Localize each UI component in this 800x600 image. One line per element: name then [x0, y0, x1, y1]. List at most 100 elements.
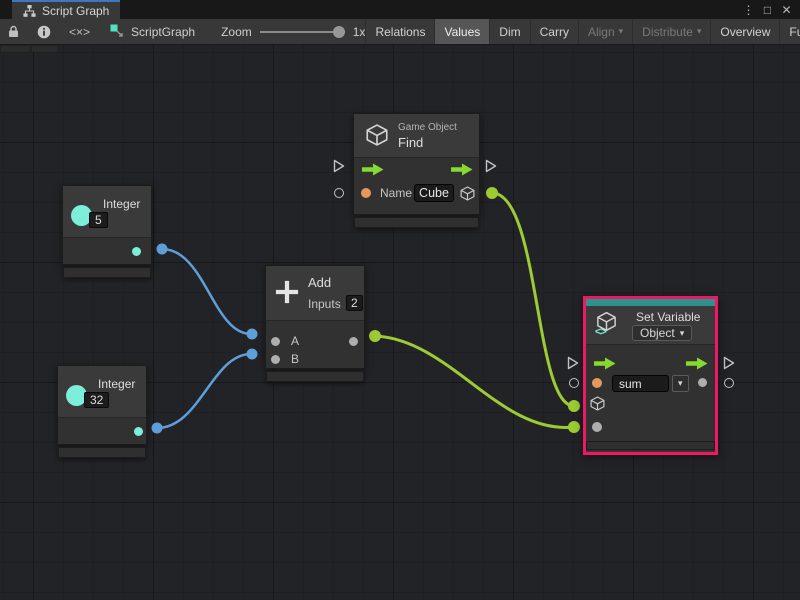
node-category: Game Object	[398, 122, 457, 133]
add-icon	[273, 278, 301, 306]
value-in-marker[interactable]	[569, 378, 579, 388]
wire-endpoint	[157, 244, 168, 255]
lock-icon	[8, 25, 19, 38]
dim-button[interactable]: Dim	[489, 19, 529, 44]
close-icon[interactable]: ✕	[779, 3, 794, 17]
window-menu-icon[interactable]: ⋮	[741, 3, 756, 17]
relations-button[interactable]: Relations	[365, 19, 434, 44]
input-port-a[interactable]	[271, 337, 280, 346]
gameobject-cube-icon	[364, 122, 390, 148]
node-title: Integer	[103, 197, 140, 211]
flow-out-arrow-icon[interactable]	[686, 357, 708, 370]
node-footer	[586, 441, 715, 450]
node-title: Set Variable	[636, 310, 700, 324]
chevron-down-icon: ▾	[697, 27, 702, 36]
flow-in-arrow-icon[interactable]	[362, 163, 384, 176]
chevron-down-icon: ▾	[678, 379, 683, 388]
graph-breadcrumb[interactable]: ScriptGraph	[98, 24, 207, 39]
node-set-variable[interactable]: <> Set Variable Object ▾ sum ▾	[583, 296, 718, 455]
flow-out-arrow-icon[interactable]	[451, 163, 473, 176]
values-button[interactable]: Values	[434, 19, 489, 44]
script-graph-window: Script Graph ⋮ □ ✕ <×>	[0, 0, 800, 600]
fullscreen-button[interactable]: Full Screen	[779, 19, 800, 44]
port-a-label: A	[291, 334, 299, 348]
output-port[interactable]	[134, 427, 143, 436]
output-value-port[interactable]	[698, 378, 707, 387]
zoom-slider[interactable]	[260, 26, 345, 38]
wire-integer5-to-add-a[interactable]	[162, 249, 251, 334]
wire-find-to-setvariable[interactable]	[492, 193, 574, 406]
wire-endpoint	[247, 349, 258, 360]
wire-integer32-to-add-b[interactable]	[157, 354, 251, 428]
node-footer	[58, 447, 146, 458]
value-in-marker[interactable]	[334, 188, 344, 198]
zoom-control: Zoom 1x	[221, 25, 365, 39]
code-view-button[interactable]: <×>	[61, 19, 98, 44]
toolbar-commands: Relations Values Dim Carry Align ▾ Distr…	[365, 19, 800, 44]
node-gameobject-find[interactable]: Game Object Find Name Cube	[353, 113, 480, 215]
node-footer	[354, 217, 479, 228]
maximize-icon[interactable]: □	[760, 3, 775, 17]
flow-in-arrow-icon[interactable]	[594, 357, 616, 370]
distribute-button[interactable]: Distribute ▾	[632, 19, 710, 44]
node-title: Add	[308, 275, 331, 290]
name-input-port[interactable]	[361, 188, 371, 198]
node-footer	[63, 267, 151, 278]
wire-endpoint	[247, 329, 258, 340]
graph-hierarchy-icon	[23, 5, 36, 17]
name-input-field[interactable]: Cube	[414, 184, 454, 202]
variable-name-dropdown[interactable]: ▾	[672, 375, 689, 392]
wire-endpoint	[568, 400, 580, 412]
chevron-down-icon: ▾	[680, 329, 685, 338]
flow-out-marker[interactable]	[485, 159, 497, 173]
zoom-value: 1x	[353, 25, 366, 39]
script-graph-icon	[110, 24, 125, 39]
window-controls: ⋮ □ ✕	[741, 0, 800, 19]
integer-value-field[interactable]: 32	[84, 392, 109, 408]
node-integer-5[interactable]: Integer 5	[62, 185, 152, 265]
node-add[interactable]: Add Inputs 2 A B	[265, 265, 365, 369]
wire-endpoint	[486, 187, 498, 199]
input-port-b[interactable]	[271, 355, 280, 364]
inputs-count-field[interactable]: 2	[346, 295, 363, 311]
align-button[interactable]: Align ▾	[578, 19, 632, 44]
input-value-port[interactable]	[592, 422, 602, 432]
node-title: Integer	[98, 377, 135, 391]
chevron-down-icon: ▾	[619, 27, 624, 36]
title-bar: Script Graph ⋮ □ ✕	[0, 0, 800, 19]
output-port-sum[interactable]	[349, 337, 358, 346]
flow-out-marker[interactable]	[723, 356, 735, 370]
graph-canvas[interactable]: Integer 5 Integer 32	[0, 45, 800, 600]
variable-kind-dropdown[interactable]: Object ▾	[632, 325, 692, 341]
zoom-label: Zoom	[221, 25, 252, 39]
tab-script-graph[interactable]: Script Graph	[12, 0, 120, 19]
value-out-marker[interactable]	[724, 378, 734, 388]
node-footer	[266, 371, 364, 382]
variable-brackets-icon: <>	[595, 326, 606, 338]
flow-in-marker[interactable]	[333, 159, 345, 173]
variable-name-field[interactable]: sum	[612, 375, 669, 392]
node-integer-32[interactable]: Integer 32	[57, 365, 147, 445]
inputs-label: Inputs	[308, 297, 341, 311]
carry-button[interactable]: Carry	[530, 19, 578, 44]
graph-name: ScriptGraph	[131, 25, 195, 39]
flow-in-marker[interactable]	[567, 356, 579, 370]
target-object-port[interactable]	[589, 395, 606, 412]
zoom-slider-handle[interactable]	[333, 26, 345, 38]
variable-name-port[interactable]	[592, 378, 602, 388]
gameobject-output-port[interactable]	[459, 185, 476, 202]
wire-endpoint	[152, 423, 163, 434]
tab-title: Script Graph	[42, 4, 109, 18]
node-title: Find	[398, 135, 423, 150]
wire-endpoint	[369, 330, 381, 342]
output-port[interactable]	[132, 247, 141, 256]
overview-button[interactable]: Overview	[710, 19, 779, 44]
integer-value-field[interactable]: 5	[89, 212, 108, 228]
code-icon: <×>	[69, 25, 90, 39]
variable-color-strip	[586, 299, 715, 306]
lock-button[interactable]	[0, 19, 27, 44]
wire-endpoint	[568, 421, 580, 433]
info-icon	[37, 25, 51, 39]
info-button[interactable]	[27, 19, 61, 44]
graph-toolbar: <×> ScriptGraph Zoom 1x Relations Values	[0, 19, 800, 45]
